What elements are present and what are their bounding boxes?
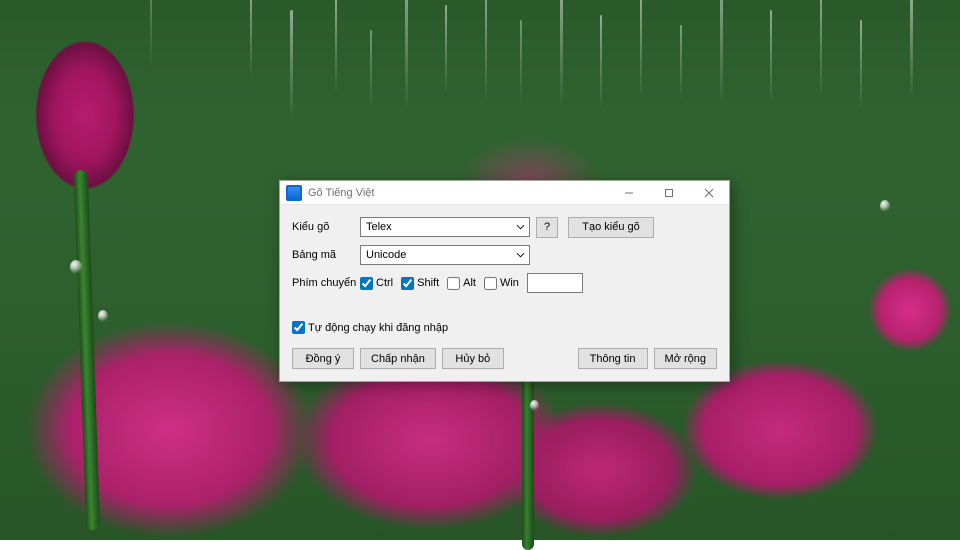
button-bar: Đồng ý Chấp nhận Hủy bỏ Thông tin Mở rộn… <box>292 348 717 369</box>
checkbox-win-label: Win <box>500 277 519 289</box>
dialog-body: Kiểu gõ Telex ? Tạo kiểu gõ Bảng mã Unic… <box>280 205 729 381</box>
checkbox-win-input[interactable] <box>484 277 497 290</box>
select-bang-ma[interactable]: Unicode <box>360 245 530 265</box>
chevron-down-icon <box>516 223 525 232</box>
checkbox-shift-label: Shift <box>417 277 439 289</box>
select-bang-ma-value: Unicode <box>366 249 406 261</box>
close-button[interactable] <box>689 181 729 205</box>
dialog-go-tieng-viet: Gõ Tiếng Việt Kiểu gõ Telex ? Tạo kiểu g… <box>279 180 730 382</box>
wallpaper-decor <box>880 200 890 212</box>
huy-bo-button[interactable]: Hủy bỏ <box>442 348 504 369</box>
checkbox-ctrl-input[interactable] <box>360 277 373 290</box>
label-kieu-go: Kiểu gõ <box>292 221 360 233</box>
chevron-down-icon <box>516 251 525 260</box>
checkbox-alt-label: Alt <box>463 277 476 289</box>
wallpaper-decor <box>530 400 539 411</box>
wallpaper-decor <box>74 170 101 530</box>
checkbox-autorun-label: Tự động chạy khi đăng nhập <box>308 322 448 334</box>
checkbox-win[interactable]: Win <box>484 277 519 290</box>
hotkey-input[interactable] <box>527 273 583 293</box>
label-phim-chuyen: Phím chuyển <box>292 277 360 289</box>
tao-kieu-go-button[interactable]: Tạo kiểu gõ <box>568 217 654 238</box>
checkbox-autorun[interactable]: Tự động chạy khi đăng nhập <box>292 321 448 334</box>
maximize-icon <box>664 188 674 198</box>
row-phim-chuyen: Phím chuyển Ctrl Shift Alt Win <box>292 271 717 295</box>
wallpaper-decor <box>522 360 534 550</box>
maximize-button[interactable] <box>649 181 689 205</box>
help-button[interactable]: ? <box>536 217 558 238</box>
select-kieu-go-value: Telex <box>366 221 392 233</box>
checkbox-ctrl-label: Ctrl <box>376 277 393 289</box>
close-icon <box>704 188 714 198</box>
titlebar[interactable]: Gõ Tiếng Việt <box>280 181 729 205</box>
select-kieu-go[interactable]: Telex <box>360 217 530 237</box>
row-autorun: Tự động chạy khi đăng nhập <box>292 321 717 334</box>
row-kieu-go: Kiểu gõ Telex ? Tạo kiểu gõ <box>292 215 717 239</box>
checkbox-alt-input[interactable] <box>447 277 460 290</box>
checkbox-shift-input[interactable] <box>401 277 414 290</box>
wallpaper-decor <box>70 260 82 274</box>
minimize-button[interactable] <box>609 181 649 205</box>
app-icon <box>286 185 302 201</box>
wallpaper-decor <box>98 310 108 322</box>
label-bang-ma: Bảng mã <box>292 249 360 261</box>
dong-y-button[interactable]: Đồng ý <box>292 348 354 369</box>
checkbox-autorun-input[interactable] <box>292 321 305 334</box>
mo-rong-button[interactable]: Mở rộng <box>654 348 717 369</box>
checkbox-ctrl[interactable]: Ctrl <box>360 277 393 290</box>
checkbox-shift[interactable]: Shift <box>401 277 439 290</box>
row-bang-ma: Bảng mã Unicode <box>292 243 717 267</box>
window-title: Gõ Tiếng Việt <box>308 187 374 199</box>
minimize-icon <box>624 188 634 198</box>
checkbox-alt[interactable]: Alt <box>447 277 476 290</box>
thong-tin-button[interactable]: Thông tin <box>578 348 648 369</box>
chap-nhan-button[interactable]: Chấp nhận <box>360 348 436 369</box>
